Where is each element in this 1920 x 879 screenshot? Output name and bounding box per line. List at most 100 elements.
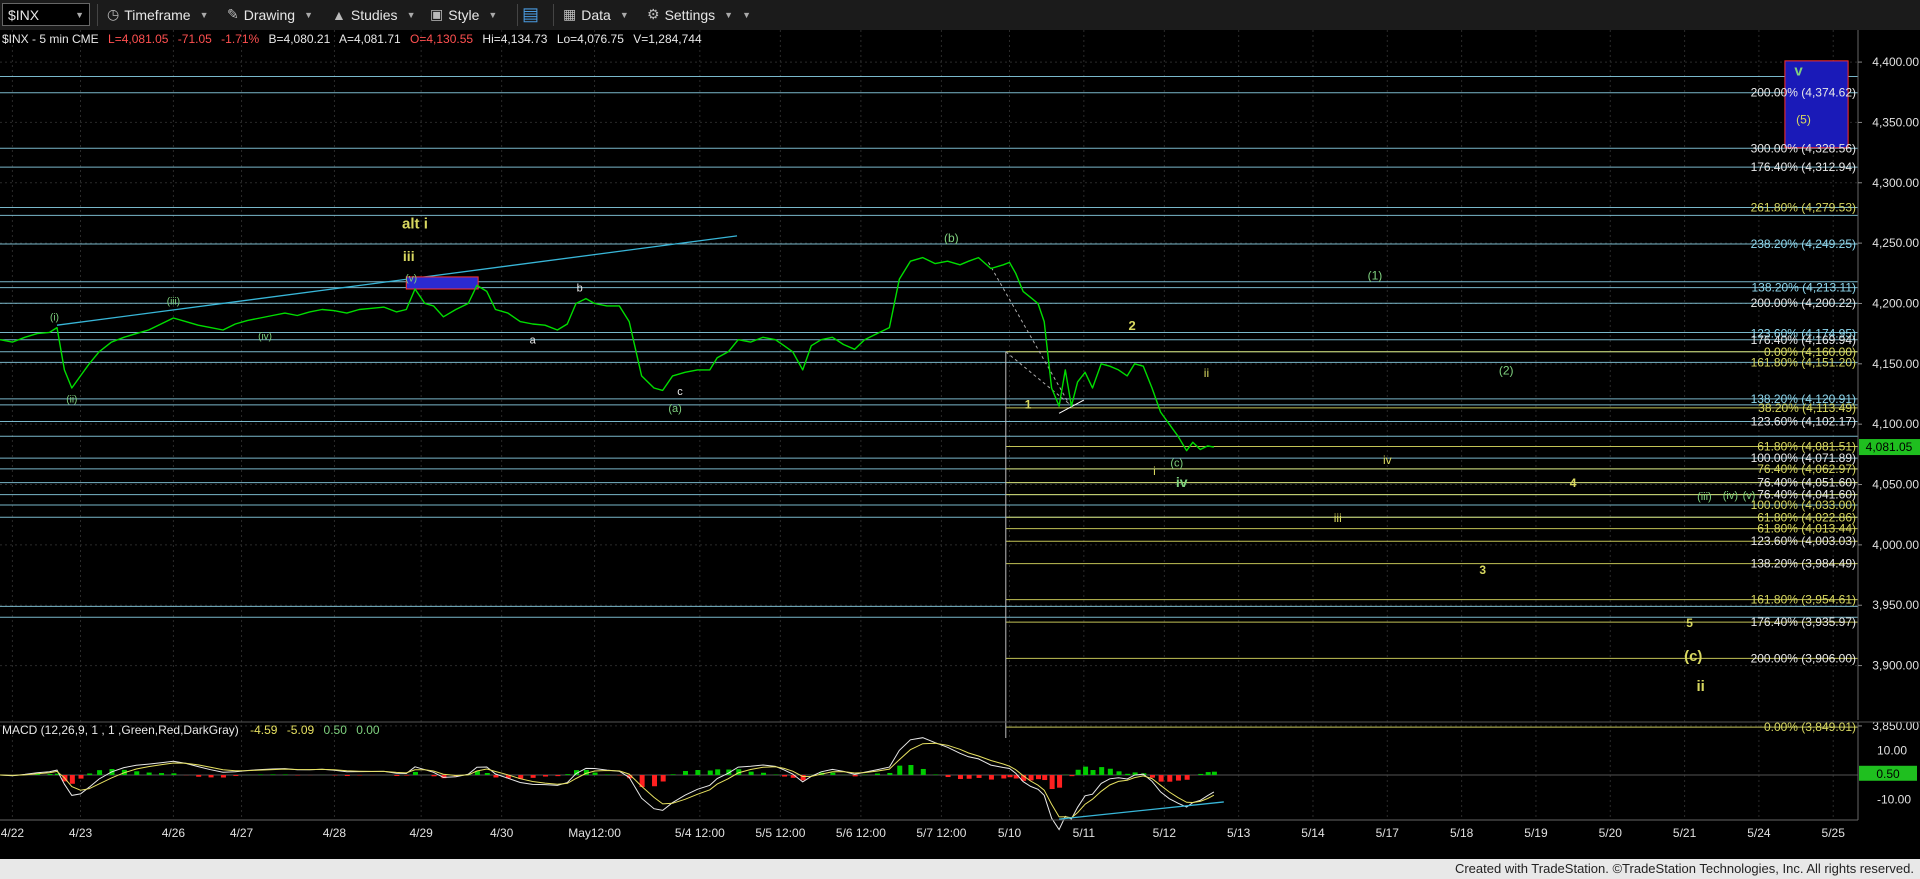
macd-histogram-bar (897, 765, 903, 775)
macd-histogram-bar (707, 770, 713, 775)
macd-histogram-bar (344, 775, 350, 777)
wave-label: (iii) (167, 297, 180, 308)
macd-histogram-bar (543, 775, 549, 777)
wave-label: ii (1204, 366, 1209, 380)
wave-label: (2) (1499, 364, 1514, 378)
wave-label: i (1153, 464, 1156, 478)
wave-label: iii (403, 248, 415, 264)
macd-tick-label: -10.00 (1877, 793, 1911, 807)
x-tick-label: 5/25 (1822, 826, 1846, 840)
macd-histogram-bar (270, 774, 276, 775)
symbol-input[interactable]: $INX ▼ (2, 3, 90, 26)
data-menu[interactable]: ▦ Data ▼ (563, 3, 629, 26)
chevron-down-icon: ▼ (724, 9, 734, 20)
wave-label: c (677, 386, 683, 398)
y-tick-label: 4,050.00 (1872, 478, 1919, 492)
drawing-menu[interactable]: ✎ Drawing ▼ (227, 3, 313, 26)
wave-label: alt i (402, 216, 428, 233)
macd-histogram-bar (1184, 775, 1190, 780)
fib-label: 161.80% (4,151.20) (1751, 355, 1856, 369)
y-tick-label: 4,000.00 (1872, 538, 1919, 552)
layout-button[interactable]: ▤ (522, 3, 544, 26)
macd-histogram-bar (1001, 775, 1007, 779)
x-tick-label: 4/27 (230, 826, 254, 840)
quote-pct: -1.71% (221, 32, 259, 46)
macd-histogram-bar (282, 774, 288, 775)
macd-histogram-bar (431, 775, 437, 777)
y-tick-label: 3,950.00 (1872, 598, 1919, 612)
macd-histogram-bar (171, 773, 177, 775)
wave-label: (iv) (1723, 490, 1738, 502)
macd-histogram-bar (748, 771, 754, 775)
macd-histogram-bar (957, 775, 963, 780)
macd-histogram-bar (484, 773, 490, 775)
macd-histogram-bar (47, 773, 53, 775)
settings-menu[interactable]: ⚙ Settings ▼ ▼ (647, 3, 751, 26)
fib-label: 123.60% (4,003.03) (1751, 534, 1856, 548)
x-tick-label: 5/18 (1450, 826, 1474, 840)
x-tick-label: 4/30 (490, 826, 514, 840)
macd-histogram-bar (555, 775, 561, 777)
timeframe-menu[interactable]: ◷ Timeframe ▼ (107, 3, 209, 26)
x-tick-label: 4/23 (69, 826, 93, 840)
drawing-label: Drawing (243, 6, 296, 23)
macd-histogram-bar (530, 775, 536, 778)
fib-label: 123.60% (4,102.17) (1751, 415, 1856, 429)
x-tick-label: 5/14 (1301, 826, 1325, 840)
fib-label: 300.00% (4,328.56) (1751, 141, 1856, 155)
macd-histogram-bar (592, 772, 598, 775)
style-menu[interactable]: ▣ Style ▼ (430, 3, 497, 26)
wave-label: iv (1383, 453, 1392, 467)
wave-label: a (530, 334, 537, 346)
macd-current-label: 0.50 (1876, 767, 1900, 781)
macd-histogram-bar (208, 775, 214, 778)
macd-histogram-bar (920, 768, 926, 775)
wave-label: (i) (50, 312, 59, 323)
wave-label: (ii) (66, 394, 77, 405)
wave-label: (5) (1796, 113, 1811, 127)
macd-histogram-bar (1125, 773, 1131, 775)
chevron-down-icon[interactable]: ▼ (75, 10, 84, 20)
toolbar-separator (517, 4, 518, 26)
quote-open: O=4,130.55 (410, 32, 473, 46)
y-tick-label: 4,200.00 (1872, 296, 1919, 310)
x-tick-label: 5/12 (1153, 826, 1177, 840)
chevron-down-icon: ▼ (304, 9, 314, 20)
macd-histogram-bar (887, 772, 893, 775)
wave-label: (a) (668, 403, 681, 415)
macd-histogram-bar (1099, 767, 1105, 775)
price-chart[interactable]: alt iiii(iii)(i)(ii)(iv)(v)bac(a)(b)12ii… (0, 30, 1920, 859)
toolbar-separator (553, 4, 554, 26)
chevron-down-icon: ▼ (619, 9, 629, 20)
macd-histogram-bar (565, 774, 571, 775)
macd-histogram-bar (69, 775, 75, 784)
y-tick-label: 4,400.00 (1872, 55, 1919, 69)
macd-histogram-bar (412, 771, 418, 775)
y-tick-label: 3,900.00 (1872, 659, 1919, 673)
macd-value-3: 0.50 (324, 723, 348, 737)
gear-icon: ⚙ (647, 6, 660, 22)
macd-histogram-bar (660, 775, 666, 782)
x-tick-label: 4/28 (323, 826, 347, 840)
x-tick-label: 5/11 (1073, 826, 1096, 840)
fib-label: 176.40% (4,312.94) (1751, 160, 1856, 174)
macd-histogram-bar (196, 775, 202, 777)
macd-histogram-bar (715, 769, 721, 775)
wave-label: ii (1697, 678, 1705, 695)
macd-histogram-bar (1090, 770, 1096, 775)
fib-label: 261.80% (4,279.53) (1751, 200, 1856, 214)
macd-histogram-bar (1107, 768, 1113, 775)
style-icon: ▣ (430, 6, 444, 22)
studies-menu[interactable]: ▲ Studies ▼ (332, 3, 415, 26)
macd-value-4: 0.00 (356, 723, 380, 737)
y-tick-label: 4,250.00 (1872, 236, 1919, 250)
x-tick-label: 5/7 12:00 (916, 826, 966, 840)
macd-tick-label: 10.00 (1877, 744, 1907, 758)
macd-histogram-bar (1069, 775, 1075, 777)
y-tick-label: 4,150.00 (1872, 357, 1919, 371)
chevron-down-icon: ▼ (406, 9, 416, 20)
wave-label: (b) (944, 231, 959, 245)
macd-histogram-bar (134, 771, 140, 775)
macd-histogram-bar (966, 775, 972, 779)
y-tick-label: 3,850.00 (1872, 719, 1919, 733)
